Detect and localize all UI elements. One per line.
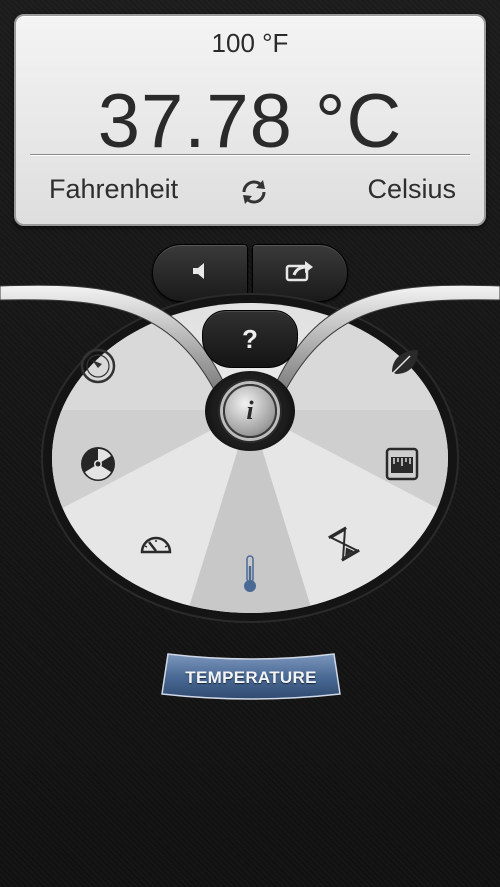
category-title: TEMPERATURE bbox=[185, 668, 317, 687]
help-button[interactable]: ? bbox=[202, 310, 298, 368]
info-icon: i bbox=[223, 384, 277, 438]
category-label: TEMPERATURE bbox=[160, 650, 342, 708]
radiation-icon[interactable] bbox=[76, 442, 120, 486]
leaf-icon[interactable] bbox=[382, 340, 426, 384]
speedometer-icon[interactable] bbox=[134, 522, 178, 566]
compass-icon[interactable] bbox=[76, 344, 120, 388]
ruler-scale-icon[interactable] bbox=[380, 442, 424, 486]
hourglass-icon[interactable] bbox=[322, 522, 366, 566]
thermometer-icon[interactable] bbox=[228, 552, 272, 596]
info-button[interactable]: i bbox=[205, 371, 295, 451]
